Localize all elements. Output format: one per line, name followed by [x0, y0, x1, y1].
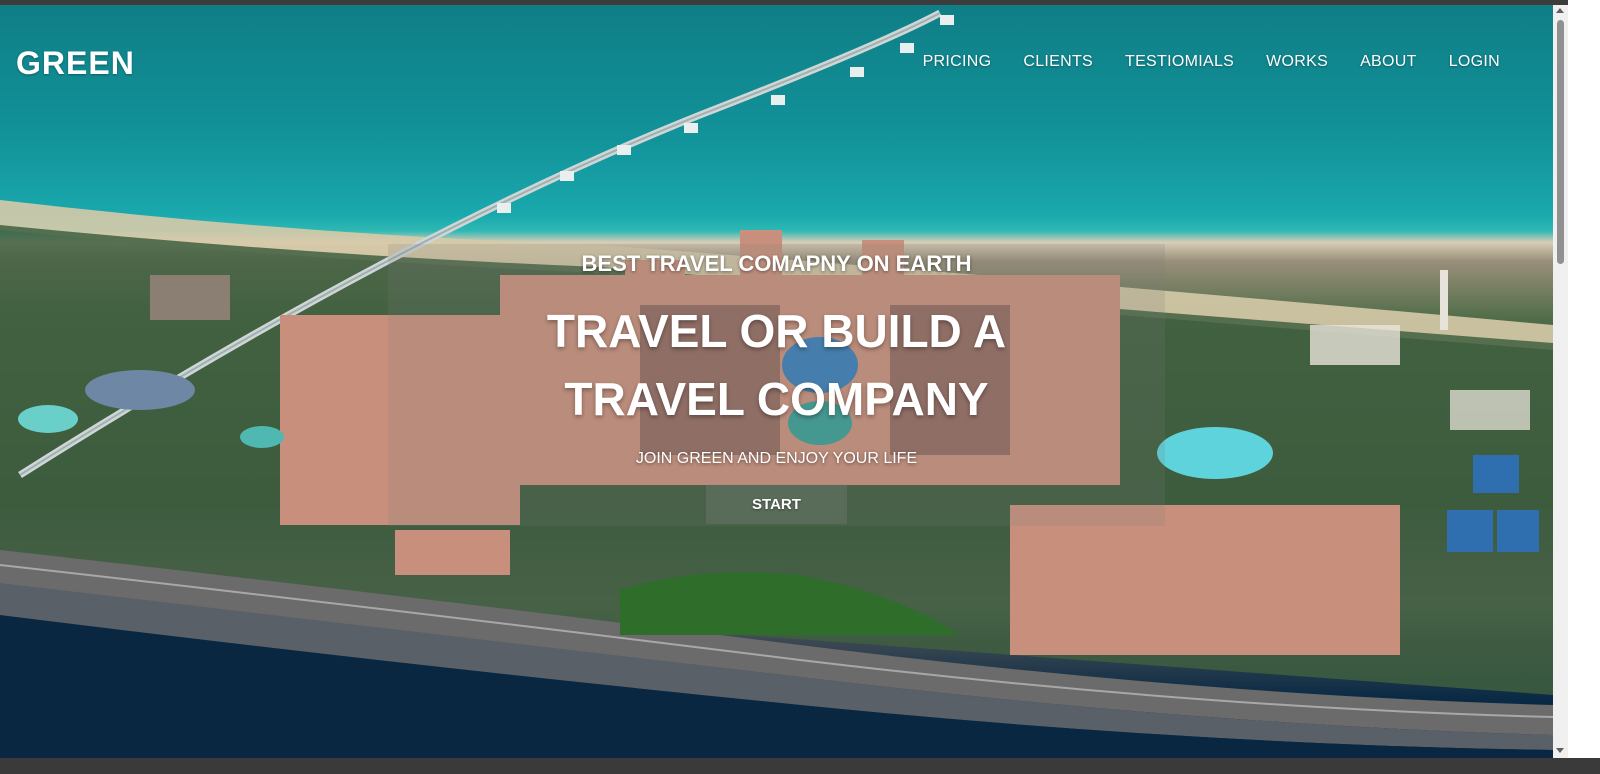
- site-logo[interactable]: GREEN: [16, 45, 135, 82]
- hero-headline: TRAVEL OR BUILD A TRAVEL COMPANY: [546, 305, 1007, 425]
- nav-link-clients[interactable]: CLIENTS: [1023, 53, 1093, 71]
- hero-subtitle: JOIN GREEN AND ENJOY YOUR LIFE: [635, 450, 918, 467]
- nav-link-testimonials[interactable]: TESTIOMIALS: [1125, 53, 1234, 71]
- main-nav: PRICING CLIENTS TESTIOMIALS WORKS ABOUT …: [923, 53, 1500, 71]
- window-bottom-border: [0, 758, 1600, 774]
- nav-link-about[interactable]: ABOUT: [1360, 53, 1417, 71]
- window-right-edge: [1568, 0, 1600, 774]
- nav-link-login[interactable]: LOGIN: [1449, 53, 1500, 71]
- hero-section: GREEN PRICING CLIENTS TESTIOMIALS WORKS …: [0, 5, 1553, 758]
- scroll-down-arrow-icon[interactable]: [1556, 748, 1564, 753]
- nav-link-works[interactable]: WORKS: [1266, 53, 1328, 71]
- scrollbar-thumb[interactable]: [1557, 20, 1564, 264]
- nav-link-pricing[interactable]: PRICING: [923, 53, 992, 71]
- scroll-up-arrow-icon[interactable]: [1556, 8, 1564, 13]
- start-button[interactable]: START: [706, 484, 847, 524]
- hero-tagline: BEST TRAVEL COMAPNY ON EARTH: [581, 251, 972, 276]
